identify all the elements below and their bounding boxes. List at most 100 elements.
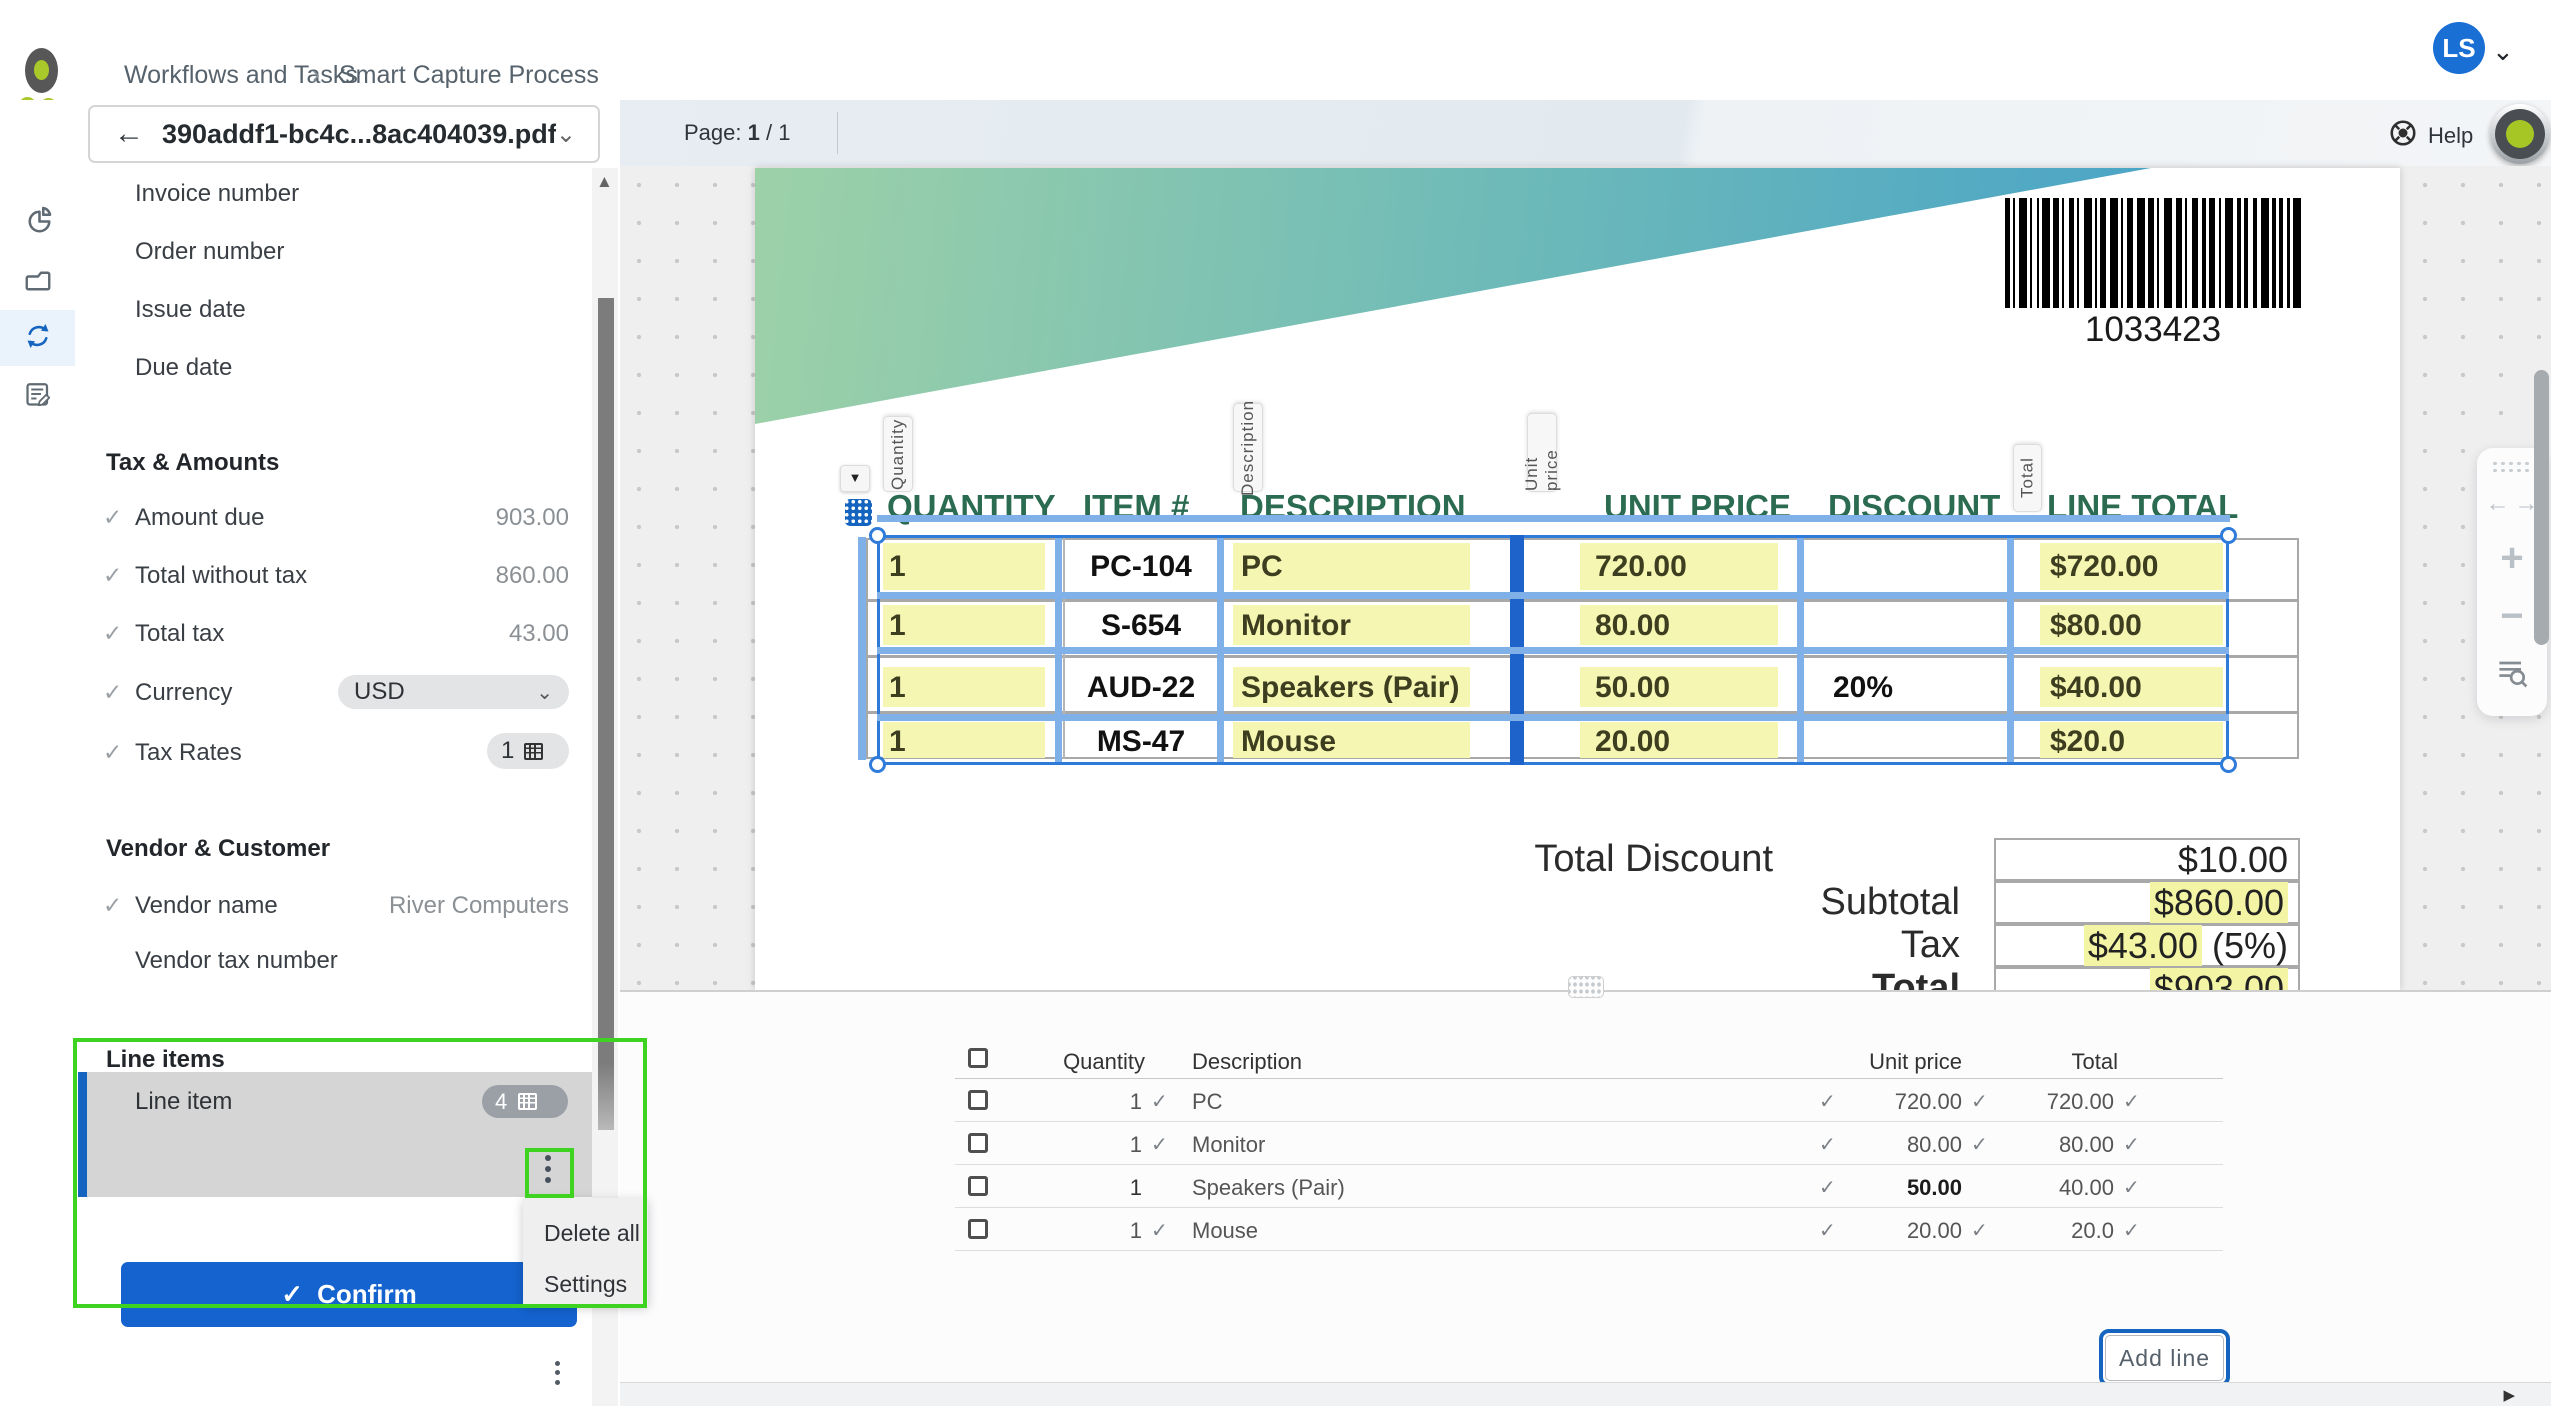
search-text-icon[interactable] (2477, 654, 2547, 695)
confirmed-check-icon: ✓ (1151, 1091, 1168, 1113)
tax-value[interactable]: $43.00 (5%) (1994, 924, 2300, 967)
breadcrumb-workflows[interactable]: Workflows and Tasks (124, 61, 358, 90)
nav-notes[interactable] (0, 368, 75, 424)
line-item-count: 4 (495, 1088, 508, 1114)
panel-scroll-up-icon[interactable]: ▲ (596, 172, 613, 192)
scroll-right-arrow-icon[interactable]: ▶ (2503, 1386, 2515, 1404)
line-item-context-menu: Delete all Settings (523, 1198, 648, 1305)
field-invoice-number[interactable]: Invoice number (135, 180, 299, 208)
document-title: 390addf1-bc4c...8ac404039.pdf (162, 118, 556, 149)
field-row-vendor-name[interactable]: ✓ Vendor name River Computers (75, 890, 575, 924)
currency-chevron-down-icon: ⌄ (536, 681, 553, 704)
confirmed-check-icon: ✓ (1151, 1220, 1168, 1242)
grid-handle-top-left[interactable] (869, 527, 886, 544)
line-item-row[interactable]: 1 ✓ PC ✓ 720.00 ✓ 720.00 ✓ (955, 1079, 2223, 1121)
nav-documents[interactable] (0, 252, 75, 308)
field-due-date[interactable]: Due date (135, 354, 232, 382)
breadcrumb-separator-icon: › (312, 61, 320, 88)
field-row-vendor-tax-number[interactable]: Vendor tax number (75, 945, 575, 979)
grid-handle-top-right[interactable] (2220, 527, 2237, 544)
field-value: 903.00 (495, 504, 569, 531)
strip-separator (837, 112, 838, 154)
field-row-total-without-tax[interactable]: ✓ Total without tax 860.00 (75, 560, 575, 594)
field-value: 43.00 (508, 620, 569, 647)
app-root: Workflows and Tasks › Smart Capture Proc… (0, 0, 2551, 1406)
section-vendor-customer: Vendor & Customer (106, 835, 331, 862)
panel-scrollbar-thumb[interactable] (598, 298, 614, 1130)
panel-resize-grip[interactable] (1568, 976, 1604, 998)
barcode (2005, 198, 2301, 308)
col-quantity: Quantity (1063, 1049, 1145, 1074)
grid-handle-bottom-right[interactable] (2220, 756, 2237, 773)
toolbar-drag-handle[interactable] (2491, 460, 2533, 473)
confirmed-check-icon: ✓ (2123, 1091, 2140, 1113)
line-item-row[interactable]: 1 Speakers (Pair) ✓ 50.00 40.00 ✓ (955, 1165, 2223, 1207)
check-icon: ✓ (103, 892, 123, 918)
nav-rail (0, 100, 80, 1406)
grand-total-value[interactable]: $903.00 (1994, 967, 2300, 990)
field-row-tax-rates: ✓ Tax Rates 1 (75, 729, 575, 769)
line-item-count-badge[interactable]: 4 (482, 1085, 568, 1118)
page-total: 1 (778, 120, 791, 145)
sync-arrows-icon (23, 321, 53, 356)
field-row-currency: ✓ Currency USD ⌄ (75, 671, 575, 711)
back-arrow-icon[interactable]: ← (114, 117, 144, 151)
horizontal-scrollbar[interactable]: ▶ (620, 1382, 2551, 1406)
total-discount-value[interactable]: $10.00 (1994, 838, 2300, 881)
subtotal-value[interactable]: $860.00 (1994, 881, 2300, 924)
currency-value: USD (354, 678, 405, 705)
confirm-button[interactable]: ✓ Confirm (121, 1262, 577, 1327)
assistant-button[interactable] (2490, 104, 2550, 164)
page-toolbar (620, 100, 2551, 166)
line-item-block[interactable]: Line item 4 (78, 1072, 592, 1197)
column-tooltip-description: Description (1233, 399, 1263, 496)
field-order-number[interactable]: Order number (135, 238, 284, 266)
menu-settings[interactable]: Settings (523, 1271, 648, 1298)
field-row-total-tax[interactable]: ✓ Total tax 43.00 (75, 618, 575, 652)
field-row-amount-due[interactable]: ✓ Amount due 903.00 (75, 502, 575, 536)
line-items-table-header: Quantity Description Unit price Total (955, 1045, 2223, 1078)
avatar[interactable]: LS (2433, 22, 2485, 74)
table-grid-icon (524, 742, 544, 760)
total-discount-label: Total Discount (1534, 838, 1773, 880)
folder-icon (23, 263, 53, 298)
tax-rates-badge[interactable]: 1 (487, 733, 569, 769)
help-button[interactable]: Help (2388, 118, 2473, 153)
page-current: 1 (747, 120, 760, 145)
line-item-row[interactable]: 1 ✓ Mouse ✓ 20.00 ✓ 20.0 ✓ (955, 1208, 2223, 1250)
document-title-card[interactable]: ← 390addf1-bc4c...8ac404039.pdf ⌄ (88, 105, 600, 163)
field-issue-date[interactable]: Issue date (135, 296, 246, 324)
check-icon: ✓ (103, 739, 123, 765)
grand-total-label: Total (1872, 967, 1960, 990)
account-chevron-down-icon[interactable]: ⌄ (2492, 36, 2514, 67)
assistant-green-dot (2506, 120, 2534, 148)
menu-delete-all[interactable]: Delete all (523, 1220, 648, 1247)
breadcrumb-process[interactable]: Smart Capture Process (339, 61, 599, 90)
col-total: Total (2071, 1049, 2118, 1074)
check-icon: ✓ (103, 620, 123, 646)
currency-select[interactable]: USD ⌄ (338, 675, 569, 709)
add-line-button[interactable]: Add line (2099, 1329, 2230, 1387)
column-tooltip-quantity: Quantity (883, 416, 913, 492)
active-indicator-bar (78, 1072, 87, 1197)
viewer-scrollbar-thumb[interactable] (2534, 370, 2549, 645)
document-chevron-down-icon[interactable]: ⌄ (556, 120, 576, 149)
section-tax-amounts: Tax & Amounts (106, 449, 280, 476)
line-item-row[interactable]: 1 ✓ Monitor ✓ 80.00 ✓ 80.00 ✓ (955, 1122, 2223, 1164)
grid-collapse-button[interactable]: ▼ (840, 465, 870, 492)
nav-dashboard[interactable] (0, 194, 75, 250)
panel-bottom-kebab-button[interactable] (546, 1356, 568, 1396)
line-item-kebab-button[interactable] (533, 1150, 563, 1194)
grid-select-columns-button[interactable] (845, 499, 872, 526)
confirmed-check-icon: ✓ (2123, 1177, 2140, 1199)
confirm-check-icon: ✓ (281, 1279, 304, 1309)
column-tooltip-total: Total (2013, 444, 2042, 512)
section-line-items: Line items (106, 1046, 225, 1073)
grid-handle-bottom-left[interactable] (869, 756, 886, 773)
confirmed-check-icon: ✓ (2123, 1134, 2140, 1156)
pdf-page[interactable]: 1033423 Quantity Description Unit price … (755, 168, 2400, 990)
tax-label: Tax (1900, 924, 1960, 966)
nav-validation-active[interactable] (0, 310, 80, 366)
pie-chart-icon (23, 205, 53, 240)
subtotal-label: Subtotal (1820, 881, 1960, 923)
